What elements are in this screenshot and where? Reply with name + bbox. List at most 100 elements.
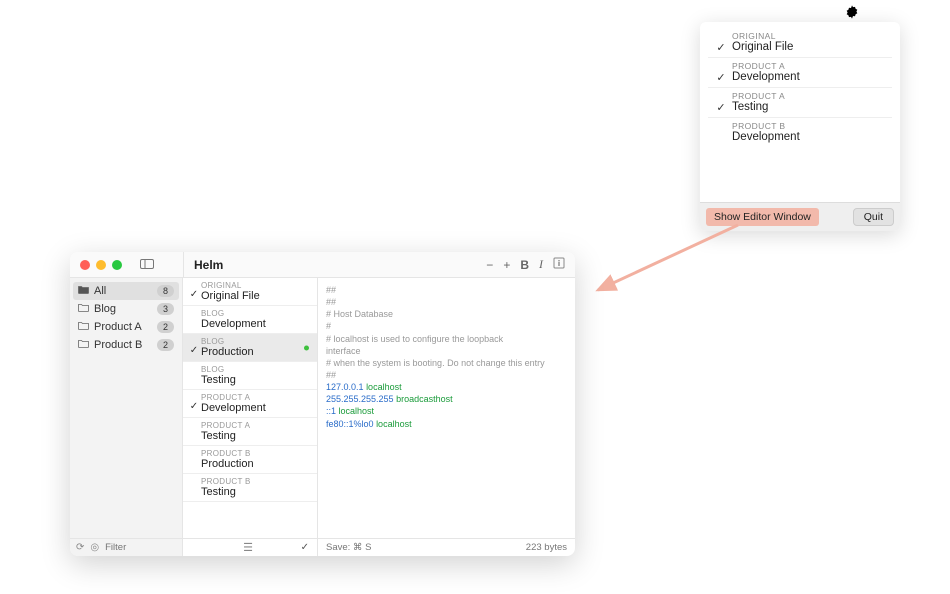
menubar-gear-icon[interactable]	[844, 4, 860, 20]
check-icon	[714, 121, 728, 131]
entries-list: ✓ORIGINALOriginal FileBLOGDevelopment✓BL…	[183, 278, 317, 538]
popup-item-category: PRODUCT B	[732, 121, 882, 131]
apply-check-icon[interactable]: ✓	[301, 542, 309, 553]
sidebar-item-badge: 2	[157, 321, 174, 333]
entry-texts: PRODUCT BProduction	[201, 449, 309, 470]
entry-item[interactable]: ✓BLOGProduction	[183, 334, 317, 362]
check-icon	[187, 365, 201, 373]
popup-item-name: Development	[732, 131, 882, 143]
popup-item[interactable]: PRODUCT BDevelopment	[708, 118, 892, 146]
entry-item[interactable]: ✓ORIGINALOriginal File	[183, 278, 317, 306]
sidebar-item-badge: 3	[157, 303, 174, 315]
folder-icon	[78, 303, 89, 315]
check-icon	[187, 449, 201, 457]
popup-item[interactable]: ✓PRODUCT ATesting	[708, 88, 892, 118]
entry-item[interactable]: PRODUCT ATesting	[183, 418, 317, 446]
entry-name: Testing	[201, 430, 309, 442]
check-icon: ✓	[187, 337, 201, 356]
popup-item[interactable]: ✓PRODUCT ADevelopment	[708, 58, 892, 88]
popup-footer: Show Editor Window Quit	[700, 202, 900, 231]
sidebar-item[interactable]: All8	[73, 282, 179, 300]
entry-category: PRODUCT B	[201, 477, 309, 486]
sidebar-item[interactable]: Product A 2	[70, 318, 182, 336]
italic-button[interactable]: I	[539, 257, 543, 272]
sidebar-item-label: All	[94, 285, 106, 297]
popup-item-texts: PRODUCT BDevelopment	[728, 121, 882, 143]
popup-item-category: PRODUCT A	[732, 91, 882, 101]
entry-name: Testing	[201, 486, 309, 498]
sidebar-item-label: Blog	[94, 303, 116, 315]
titlebar: Helm − + B I	[70, 252, 575, 278]
entry-category: PRODUCT B	[201, 449, 309, 458]
close-window-button[interactable]	[80, 260, 90, 270]
entry-item[interactable]: ✓PRODUCT ADevelopment	[183, 390, 317, 418]
entry-texts: BLOGProduction	[201, 337, 309, 358]
check-icon: ✓	[714, 91, 728, 114]
entry-name: Production	[201, 346, 309, 358]
window-body: All8Blog3Product A2Product B2 ⟳ ◎ ☰ ✓ORI…	[70, 278, 575, 556]
content-column: ##### Host Database## localhost is used …	[318, 278, 575, 556]
annotation-arrow	[588, 220, 748, 320]
entry-name: Development	[201, 402, 309, 414]
sidebar-item[interactable]: Blog 3	[70, 300, 182, 318]
entry-texts: PRODUCT ATesting	[201, 421, 309, 442]
traffic-lights	[70, 260, 132, 270]
window-title: Helm	[194, 258, 223, 272]
check-icon	[187, 477, 201, 485]
toolbar: − + B I	[486, 257, 565, 272]
editor-window: Helm − + B I All8Blog3Product A2Product …	[70, 252, 575, 556]
entry-texts: BLOGDevelopment	[201, 309, 309, 330]
check-icon	[187, 421, 201, 429]
zoom-out-button[interactable]: −	[486, 258, 493, 272]
sidebar-item-label: Product A	[94, 321, 142, 333]
entry-texts: BLOGTesting	[201, 365, 309, 386]
check-icon: ✓	[187, 393, 201, 412]
check-icon: ✓	[714, 61, 728, 84]
entry-category: BLOG	[201, 309, 309, 318]
sidebar-list: All8 Blog 3 Product A 2 Product B2	[70, 278, 182, 538]
info-button[interactable]	[553, 257, 565, 272]
entry-name: Original File	[201, 290, 309, 302]
popup-item-name: Testing	[732, 101, 882, 113]
popup-item-name: Original File	[732, 41, 882, 53]
filter-icon[interactable]: ◎	[90, 542, 99, 553]
sync-icon[interactable]: ⟳	[76, 542, 84, 553]
popup-item-texts: PRODUCT ADevelopment	[728, 61, 882, 83]
entry-item[interactable]: BLOGDevelopment	[183, 306, 317, 334]
popup-list: ✓ORIGINALOriginal File✓PRODUCT ADevelopm…	[700, 22, 900, 202]
sidebar-item[interactable]: Product B2	[70, 336, 182, 354]
content-footer: Save: ⌘ S 223 bytes	[318, 538, 575, 556]
entry-category: BLOG	[201, 365, 309, 374]
popup-item[interactable]: ✓ORIGINALOriginal File	[708, 28, 892, 58]
quit-button[interactable]: Quit	[853, 208, 894, 226]
show-editor-button[interactable]: Show Editor Window	[706, 208, 819, 226]
popup-item-category: PRODUCT A	[732, 61, 882, 71]
sidebar-toggle-icon[interactable]	[140, 258, 154, 272]
popup-item-texts: ORIGINALOriginal File	[728, 31, 882, 53]
entry-item[interactable]: PRODUCT BTesting	[183, 474, 317, 502]
menubar-popup: ✓ORIGINALOriginal File✓PRODUCT ADevelopm…	[700, 22, 900, 231]
entry-name: Development	[201, 318, 309, 330]
modified-indicator	[304, 345, 309, 350]
minimize-window-button[interactable]	[96, 260, 106, 270]
entries-footer: ✓	[183, 538, 317, 556]
bold-button[interactable]: B	[520, 258, 529, 272]
editor-textarea[interactable]: ##### Host Database## localhost is used …	[318, 278, 575, 538]
folder-icon	[78, 321, 89, 333]
save-hint: Save: ⌘ S	[326, 542, 371, 553]
entry-texts: PRODUCT ADevelopment	[201, 393, 309, 414]
title-section: Helm − + B I	[183, 252, 575, 278]
entry-item[interactable]: PRODUCT BProduction	[183, 446, 317, 474]
check-icon: ✓	[187, 281, 201, 300]
entry-name: Testing	[201, 374, 309, 386]
zoom-in-button[interactable]: +	[503, 258, 510, 272]
entry-texts: ORIGINALOriginal File	[201, 281, 309, 302]
popup-item-texts: PRODUCT ATesting	[728, 91, 882, 113]
entries-column: ✓ORIGINALOriginal FileBLOGDevelopment✓BL…	[183, 278, 318, 556]
entry-item[interactable]: BLOGTesting	[183, 362, 317, 390]
popup-item-category: ORIGINAL	[732, 31, 882, 41]
zoom-window-button[interactable]	[112, 260, 122, 270]
check-icon	[187, 309, 201, 317]
entry-category: PRODUCT A	[201, 393, 309, 402]
check-icon: ✓	[714, 31, 728, 54]
